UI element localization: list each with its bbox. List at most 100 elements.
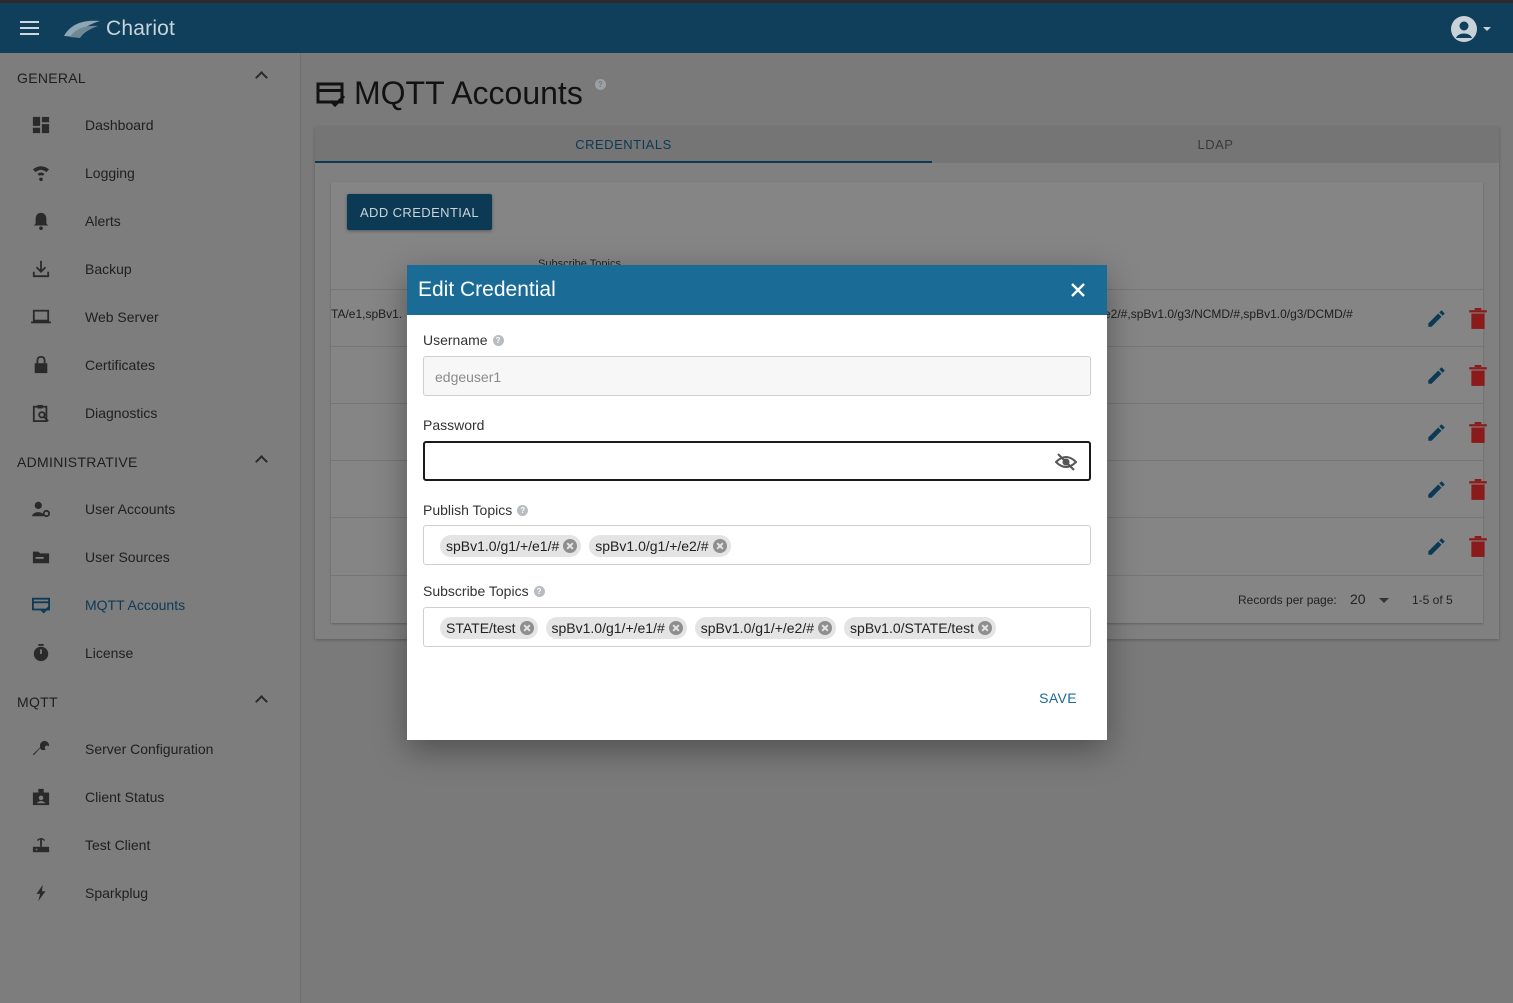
sidebar-item-client-status[interactable]: Client Status: [0, 777, 300, 817]
badge-icon: [30, 786, 52, 808]
app-logo: Chariot: [62, 17, 175, 41]
account-icon[interactable]: [1451, 16, 1477, 42]
subscribe-topics-label: Subscribe Topics ?: [423, 583, 545, 599]
sidebar-item-server-configuration[interactable]: Server Configuration: [0, 729, 300, 769]
table-cell: TA/e1,spBv1.: [331, 307, 403, 321]
records-per-page-select[interactable]: 20: [1350, 591, 1366, 607]
sidebar-item-test-client[interactable]: Test Client: [0, 825, 300, 865]
user-settings-icon: [30, 498, 52, 520]
delete-icon[interactable]: [1469, 479, 1487, 501]
remove-chip-icon[interactable]: [712, 539, 727, 553]
mqtt-accounts-icon: [30, 594, 52, 616]
records-per-page-label: Records per page:: [1238, 593, 1337, 607]
pagination-range: 1-5 of 5: [1412, 593, 1453, 607]
sidebar-item-web-server[interactable]: Web Server: [0, 297, 300, 337]
topic-chip: spBv1.0/g1/+/e2/#: [589, 535, 731, 557]
mqtt-accounts-icon: [316, 82, 346, 107]
publish-topics-chips: spBv1.0/g1/+/e1/# spBv1.0/g1/+/e2/#: [440, 535, 731, 557]
download-icon: [30, 258, 52, 280]
sidebar-item-logging[interactable]: Logging: [0, 153, 300, 193]
sidebar-item-user-sources[interactable]: User Sources: [0, 537, 300, 577]
delete-icon[interactable]: [1469, 422, 1487, 444]
tab-bar: CREDENTIALS LDAP: [315, 127, 1499, 163]
edit-icon[interactable]: [1425, 365, 1447, 387]
router-icon: [30, 834, 52, 856]
bell-icon: [30, 210, 52, 232]
publish-topics-label: Publish Topics ?: [423, 502, 529, 518]
remove-chip-icon[interactable]: [563, 539, 578, 553]
delete-icon[interactable]: [1469, 536, 1487, 558]
help-icon[interactable]: ?: [533, 585, 545, 597]
sidebar-item-certificates[interactable]: Certificates: [0, 345, 300, 385]
subscribe-topics-field[interactable]: STATE/test spBv1.0/g1/+/e1/# spBv1.0/g1/…: [423, 607, 1091, 647]
username-field[interactable]: edgeuser1: [423, 356, 1091, 396]
chevron-down-icon[interactable]: [1483, 27, 1491, 31]
remove-chip-icon[interactable]: [978, 621, 993, 635]
delete-icon[interactable]: [1469, 365, 1487, 387]
topic-chip: spBv1.0/g1/+/e2/#: [694, 617, 837, 639]
remove-chip-icon[interactable]: [668, 621, 683, 635]
app-brand: Chariot: [106, 17, 176, 40]
topic-chip: spBv1.0/STATE/test: [844, 617, 997, 639]
sidebar-item-user-accounts[interactable]: User Accounts: [0, 489, 300, 529]
remove-chip-icon[interactable]: [818, 621, 833, 635]
wrench-icon: [30, 738, 52, 760]
save-button[interactable]: SAVE: [1039, 690, 1077, 706]
username-label: Username ?: [423, 332, 504, 348]
lightning-icon: [30, 882, 52, 904]
password-field[interactable]: [423, 441, 1091, 481]
table-cell: e2/#,spBv1.0/g3/NCMD/#,spBv1.0/g3/DCMD/#: [1104, 307, 1353, 321]
add-credential-button[interactable]: ADD CREDENTIAL: [347, 194, 492, 230]
topic-chip: spBv1.0/g1/+/e1/#: [545, 617, 687, 639]
close-icon[interactable]: [1069, 281, 1087, 299]
sidebar-item-backup[interactable]: Backup: [0, 249, 300, 289]
chevron-down-icon[interactable]: [1379, 598, 1389, 603]
sidebar-item-alerts[interactable]: Alerts: [0, 201, 300, 241]
chevron-up-icon[interactable]: [255, 455, 268, 468]
chariot-logo-icon: [64, 20, 100, 38]
password-label: Password: [423, 417, 485, 433]
edit-icon[interactable]: [1425, 479, 1447, 501]
topic-chip: STATE/test: [440, 617, 538, 639]
dashboard-icon: [30, 114, 52, 136]
edit-credential-dialog: Edit Credential Username ? edgeuser1 Pas…: [407, 265, 1107, 740]
logging-icon: [30, 162, 52, 184]
tab-credentials[interactable]: CREDENTIALS: [315, 127, 932, 163]
app-bar: Chariot: [0, 0, 1513, 53]
menu-icon[interactable]: [20, 21, 39, 35]
sidebar-item-mqtt-accounts[interactable]: MQTT Accounts: [0, 585, 300, 625]
edit-icon[interactable]: [1425, 536, 1447, 558]
sidebar-item-license[interactable]: License: [0, 633, 300, 673]
section-general[interactable]: GENERAL: [17, 70, 272, 86]
page-header: MQTT Accounts ?: [316, 75, 606, 112]
dialog-header: Edit Credential: [407, 265, 1107, 315]
help-icon[interactable]: ?: [492, 334, 504, 346]
lock-icon: [30, 354, 52, 376]
help-icon[interactable]: ?: [594, 79, 606, 90]
chevron-up-icon[interactable]: [255, 71, 268, 84]
diagnostics-icon: [30, 402, 52, 424]
visibility-off-icon[interactable]: [1055, 452, 1077, 472]
sidebar-item-diagnostics[interactable]: Diagnostics: [0, 393, 300, 433]
section-administrative[interactable]: ADMINISTRATIVE: [17, 454, 272, 470]
sidebar-item-dashboard[interactable]: Dashboard: [0, 105, 300, 145]
laptop-icon: [30, 306, 52, 328]
page-title: MQTT Accounts: [354, 75, 583, 111]
dialog-title: Edit Credential: [418, 278, 556, 301]
stopwatch-icon: [30, 642, 52, 664]
edit-icon[interactable]: [1425, 308, 1447, 330]
sidebar-item-sparkplug[interactable]: Sparkplug: [0, 873, 300, 913]
section-mqtt[interactable]: MQTT: [17, 694, 272, 710]
folder-icon: [30, 546, 52, 568]
topic-chip: spBv1.0/g1/+/e1/#: [440, 535, 582, 557]
delete-icon[interactable]: [1469, 308, 1487, 330]
help-icon[interactable]: ?: [517, 504, 529, 516]
subscribe-topics-chips: STATE/test spBv1.0/g1/+/e1/# spBv1.0/g1/…: [440, 617, 997, 639]
sidebar: GENERAL Dashboard Logging Alerts Backup …: [0, 53, 301, 1003]
edit-icon[interactable]: [1425, 422, 1447, 444]
remove-chip-icon[interactable]: [519, 621, 534, 635]
publish-topics-field[interactable]: spBv1.0/g1/+/e1/# spBv1.0/g1/+/e2/#: [423, 525, 1091, 565]
tab-ldap[interactable]: LDAP: [932, 127, 1499, 163]
account-menu[interactable]: [1451, 16, 1491, 42]
chevron-up-icon[interactable]: [255, 695, 268, 708]
